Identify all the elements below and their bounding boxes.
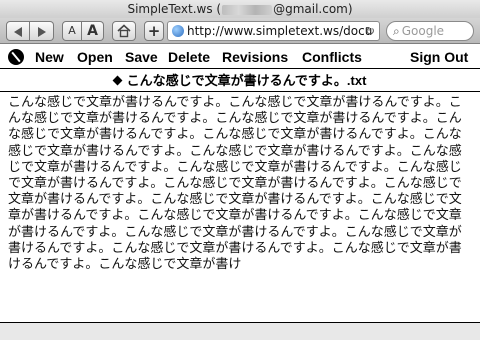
url-text: http://www.simpletext.ws/docu	[187, 24, 373, 38]
diamond-icon	[112, 75, 123, 86]
plus-icon: +	[147, 22, 161, 40]
menu-revisions[interactable]: Revisions	[222, 45, 288, 69]
browser-toolbar: A A + http://www.simpletext.ws/docu ↻ ⌕ G…	[0, 18, 480, 44]
forward-arrow-icon	[37, 26, 46, 37]
menu-delete[interactable]: Delete	[168, 45, 210, 69]
home-icon	[117, 24, 131, 38]
menu-open[interactable]: Open	[77, 45, 113, 69]
text-smaller-button[interactable]: A	[62, 21, 82, 41]
app-menu-bar: New Open Save Delete Revisions Conflicts…	[0, 45, 480, 69]
browser-window: SimpleText.ws ( @gmail.com) A A + http://…	[0, 0, 480, 340]
home-button[interactable]	[112, 21, 136, 41]
add-bookmark-button[interactable]: +	[144, 21, 164, 41]
menu-save[interactable]: Save	[125, 45, 158, 69]
redacted-email	[222, 4, 273, 15]
window-title-suffix: @gmail.com)	[273, 2, 353, 16]
url-bar[interactable]: http://www.simpletext.ws/docu ↻	[167, 21, 380, 41]
scroll-gutter	[472, 92, 480, 322]
window-title-bar: SimpleText.ws ( @gmail.com)	[0, 0, 480, 18]
app-logo-icon	[8, 49, 24, 65]
search-placeholder: Google	[401, 24, 445, 38]
text-bigger-label: A	[87, 23, 98, 39]
search-field[interactable]: ⌕ Google	[386, 21, 474, 41]
status-bar	[0, 323, 480, 340]
back-button[interactable]	[6, 21, 30, 41]
text-bigger-button[interactable]: A	[82, 21, 104, 41]
menu-conflicts[interactable]: Conflicts	[302, 45, 362, 69]
forward-button[interactable]	[30, 21, 54, 41]
document-text-area[interactable]: こんな感じで文章が書けるんですよ。こんな感じで文章が書けるんですよ。こんな感じで…	[8, 95, 470, 315]
sign-out-link[interactable]: Sign Out	[410, 45, 468, 69]
back-arrow-icon	[14, 26, 22, 37]
text-smaller-label: A	[68, 24, 76, 37]
menu-new[interactable]: New	[35, 45, 64, 69]
document-title-bar: こんな感じで文章が書けるんですよ。.txt	[0, 70, 480, 92]
window-title-prefix: SimpleText.ws (	[127, 2, 222, 16]
document-title[interactable]: こんな感じで文章が書けるんですよ。.txt	[127, 73, 367, 88]
reload-icon[interactable]: ↻	[365, 22, 375, 40]
search-icon: ⌕	[393, 24, 400, 38]
globe-icon	[172, 25, 184, 37]
